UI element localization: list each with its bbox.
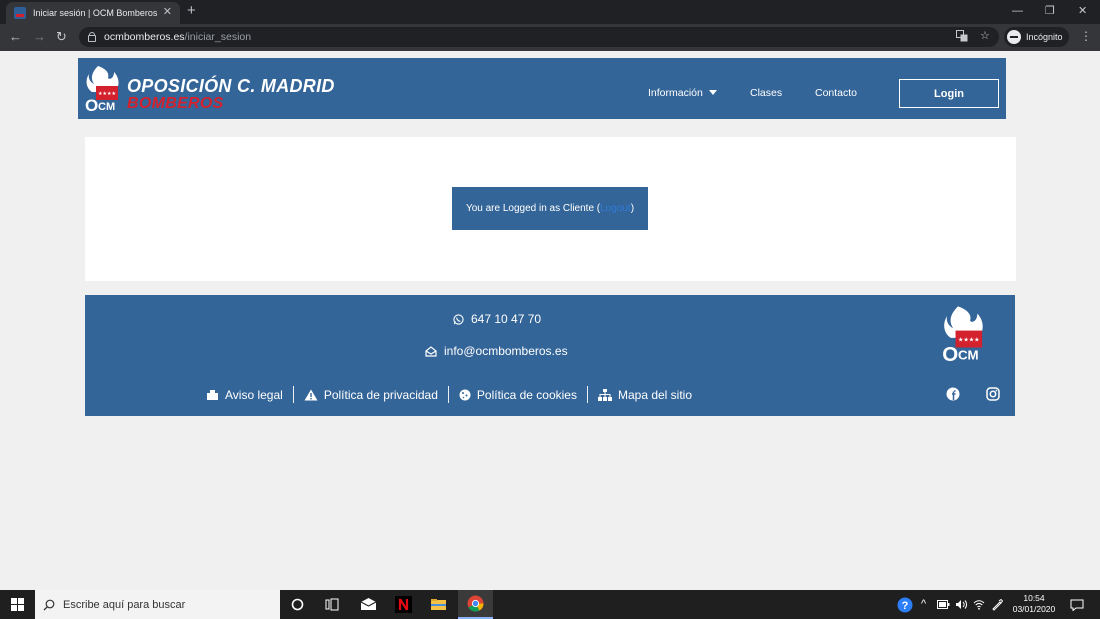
logged-in-text: You are Logged in as Cliente (: [465, 203, 601, 214]
pen-icon[interactable]: [991, 599, 1003, 611]
instagram-icon[interactable]: [986, 387, 1000, 401]
nav-item-contacto[interactable]: Contacto: [815, 87, 857, 99]
bookmark-star-icon[interactable]: ☆: [980, 30, 990, 42]
taskbar-search-input[interactable]: Escribe aquí para buscar: [35, 590, 280, 619]
wifi-icon[interactable]: [973, 599, 985, 610]
logged-in-text-end: ): [630, 203, 635, 214]
email-address: info@ocmbomberos.es: [444, 344, 568, 358]
sitemap-icon: [597, 388, 612, 401]
svg-text:O: O: [85, 96, 98, 112]
warning-icon: [304, 389, 318, 400]
notifications-icon[interactable]: [1070, 599, 1084, 611]
clock-date: 03/01/2020: [1012, 604, 1056, 614]
incognito-indicator[interactable]: Incógnito: [1004, 27, 1069, 47]
taskbar-chrome-button[interactable]: [458, 590, 493, 619]
help-icon[interactable]: ?: [897, 597, 913, 613]
svg-text:CM: CM: [98, 101, 115, 112]
url-host: ocmbomberos.es: [104, 31, 185, 43]
file-explorer-icon[interactable]: [430, 596, 447, 613]
incognito-icon: [1007, 30, 1021, 44]
browser-tab[interactable]: Iniciar sesión | OCM Bomberos ✕: [6, 2, 180, 24]
favicon-icon: [14, 7, 26, 19]
brand-title[interactable]: OPOSICIÓN C. MADRID: [127, 76, 335, 97]
site-footer: 647 10 47 70 info@ocmbomberos.es Aviso l…: [85, 295, 1015, 416]
netflix-icon[interactable]: [395, 596, 412, 613]
mail-icon[interactable]: [360, 596, 377, 613]
legal-box-icon: [207, 389, 218, 400]
system-clock[interactable]: 10:54 03/01/2020: [1010, 593, 1058, 615]
phone-number: 647 10 47 70: [471, 312, 542, 326]
nav-item-informacion[interactable]: Información: [648, 87, 717, 99]
brand-subtitle[interactable]: BOMBEROS: [127, 95, 224, 113]
tab-close-icon[interactable]: ✕: [163, 6, 172, 18]
restore-button[interactable]: ❐: [1045, 5, 1055, 17]
new-tab-button[interactable]: +: [187, 3, 196, 19]
translate-icon[interactable]: [956, 30, 968, 45]
logged-in-notice: You are Logged in as Cliente (Logout): [452, 187, 648, 230]
whatsapp-icon: [453, 313, 464, 325]
incognito-label: Incógnito: [1026, 32, 1063, 42]
clock-time: 10:54: [1023, 593, 1045, 603]
back-button[interactable]: ←: [9, 30, 22, 44]
forward-button[interactable]: →: [33, 30, 46, 44]
svg-text:CM: CM: [958, 348, 979, 362]
footer-links: Aviso legal Política de privacidad Polít…: [206, 386, 692, 403]
footer-phone[interactable]: 647 10 47 70: [453, 312, 541, 326]
volume-icon[interactable]: [955, 599, 967, 610]
envelope-open-icon: [425, 345, 437, 357]
nav-item-clases[interactable]: Clases: [750, 87, 782, 99]
search-placeholder: Escribe aquí para buscar: [63, 598, 186, 611]
svg-text:O: O: [942, 343, 958, 362]
search-icon: [43, 599, 55, 610]
svg-text:★★★★: ★★★★: [98, 91, 116, 97]
caret-down-icon: [708, 90, 717, 95]
footer-email[interactable]: info@ocmbomberos.es: [425, 344, 568, 358]
footer-divider: [586, 386, 588, 403]
cookie-icon: [459, 389, 471, 400]
facebook-icon[interactable]: [946, 387, 960, 401]
footer-ocm-logo-icon: ★★★★ O CM: [942, 306, 983, 362]
browser-tab-bar: Iniciar sesión | OCM Bomberos ✕ + — ❐ ✕: [0, 0, 1100, 24]
cortana-icon[interactable]: [289, 596, 306, 613]
task-view-icon[interactable]: [324, 596, 341, 613]
site-header: ★★★★ O CM OPOSICIÓN C. MADRID BOMBEROS I…: [78, 58, 1006, 119]
windows-taskbar: Escribe aquí para buscar ? ^ 10:54 03/01…: [0, 590, 1100, 619]
chevron-up-icon[interactable]: ^: [921, 598, 926, 611]
footer-link-cookies[interactable]: Política de cookies: [459, 388, 577, 402]
tab-title: Iniciar sesión | OCM Bomberos: [33, 8, 158, 18]
address-bar[interactable]: ocmbomberos.es/iniciar_sesion ☆: [79, 27, 999, 47]
browser-toolbar: ← → ↻ ocmbomberos.es/iniciar_sesion ☆ In…: [0, 24, 1100, 51]
url-path: /iniciar_sesion: [184, 31, 252, 43]
minimize-button[interactable]: —: [1012, 5, 1023, 17]
chrome-icon: [467, 595, 484, 612]
battery-icon[interactable]: [937, 600, 950, 609]
browser-menu-icon[interactable]: ⋮: [1080, 29, 1092, 43]
footer-divider: [447, 386, 449, 403]
footer-divider: [292, 386, 294, 403]
lock-icon: [88, 31, 96, 42]
ocm-logo-icon[interactable]: ★★★★ O CM: [84, 64, 122, 112]
svg-text:★★★★: ★★★★: [958, 336, 980, 343]
close-window-button[interactable]: ✕: [1078, 5, 1087, 17]
windows-start-icon[interactable]: [11, 598, 24, 611]
footer-link-mapa[interactable]: Mapa del sitio: [597, 388, 692, 402]
svg-text:?: ?: [902, 600, 909, 612]
main-content: You are Logged in as Cliente (Logout): [85, 137, 1016, 281]
reload-button[interactable]: ↻: [56, 30, 67, 44]
footer-link-privacidad[interactable]: Política de privacidad: [304, 388, 438, 402]
logout-link[interactable]: Logout: [600, 203, 631, 214]
login-button[interactable]: Login: [899, 79, 999, 108]
footer-link-aviso-legal[interactable]: Aviso legal: [206, 388, 283, 402]
